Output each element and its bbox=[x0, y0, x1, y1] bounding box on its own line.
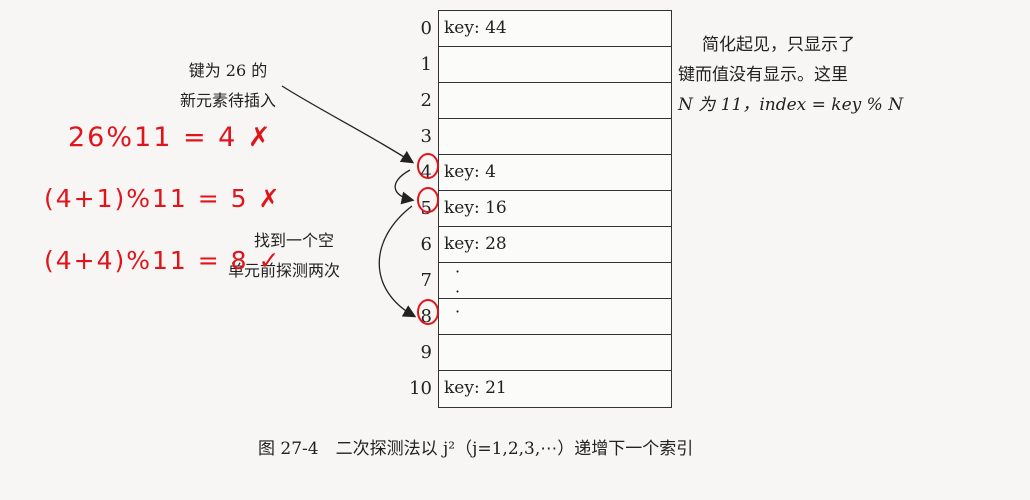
insert-arrow bbox=[281, 85, 415, 164]
red-circle-index-4 bbox=[417, 153, 439, 179]
red-circle-index-5 bbox=[417, 187, 439, 213]
diagram-overlay bbox=[281, 85, 439, 325]
probe-arrow-4-to-5 bbox=[394, 169, 415, 205]
red-circle-index-8 bbox=[417, 299, 439, 325]
probe-arrow-5-to-8 bbox=[378, 205, 417, 318]
